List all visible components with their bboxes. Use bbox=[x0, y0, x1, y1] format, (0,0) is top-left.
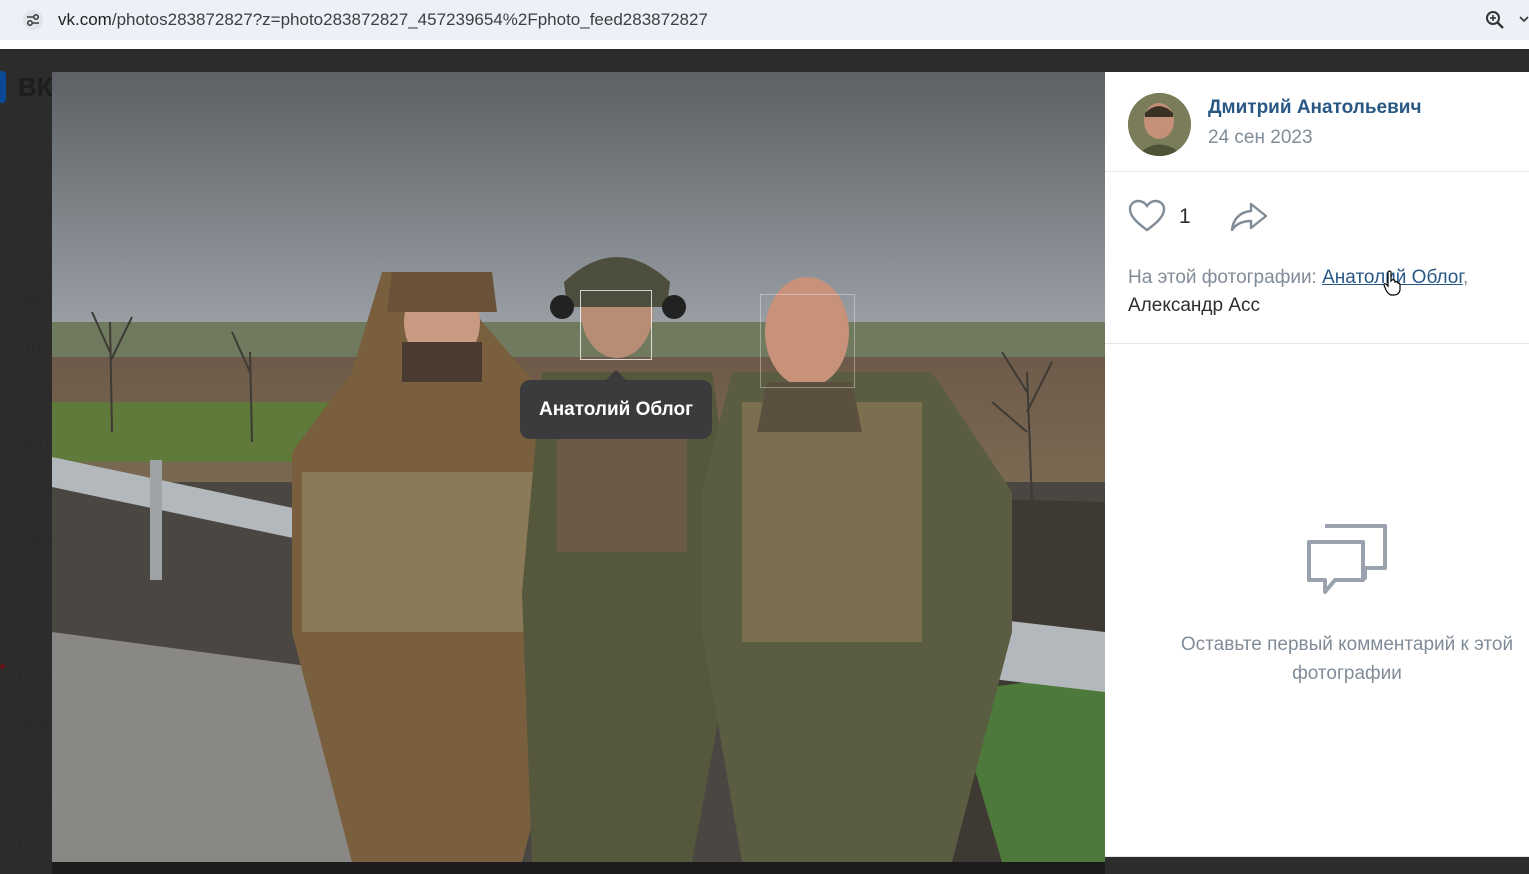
bg-menu-item-feed: Лента bbox=[18, 197, 52, 218]
bg-menu-item-music: Музыка bbox=[18, 479, 52, 500]
chevron-down-icon[interactable] bbox=[1518, 14, 1529, 25]
bg-menu-item-games: Игры bbox=[18, 620, 52, 641]
bg-menu-item-communities: Сообщества bbox=[18, 385, 52, 406]
avatar[interactable] bbox=[1128, 93, 1191, 156]
bg-menu-item-friends: Друзья bbox=[18, 338, 52, 359]
url-text[interactable]: vk.com/photos283872827?z=photo283872827_… bbox=[58, 10, 708, 30]
photo-tags: На этой фотографии: Анатолий Облог, Алек… bbox=[1128, 264, 1518, 320]
bg-menu-item-services: Сервисы bbox=[18, 790, 52, 811]
heart-icon[interactable] bbox=[1128, 199, 1166, 233]
hand-cursor-icon bbox=[1383, 270, 1401, 296]
post-date[interactable]: 24 сен 2023 bbox=[1208, 127, 1313, 149]
photo-viewer: Анатолий Облог Дмитрий Анатольевич 24 се… bbox=[52, 72, 1529, 874]
vk-logo-icon bbox=[0, 71, 6, 103]
tag-separator: , bbox=[1462, 267, 1469, 288]
divider bbox=[1105, 856, 1529, 857]
author-name[interactable]: Дмитрий Анатольевич bbox=[1208, 97, 1421, 119]
bg-menu-item-profile: Профиль bbox=[18, 150, 52, 171]
photo[interactable]: Анатолий Облог bbox=[52, 72, 1105, 862]
bg-menu-item-photos: Фотографии bbox=[18, 432, 52, 453]
face-tag-box-2[interactable] bbox=[760, 294, 855, 388]
divider bbox=[1105, 171, 1529, 172]
bg-menu-item-clips: Клипы bbox=[18, 573, 52, 594]
notification-dot bbox=[0, 664, 5, 669]
url-host: vk.com bbox=[58, 10, 112, 29]
comment-icon bbox=[1307, 524, 1387, 594]
photo-bottom-strip bbox=[52, 862, 1105, 874]
zoom-icon[interactable] bbox=[1484, 9, 1506, 31]
background-bottom-menu: Сервисы Голоса bbox=[18, 790, 52, 874]
background-left-menu: Профиль Лента Мессенджер Звонки Друзья С… bbox=[18, 150, 52, 761]
photo-sidebar: Дмитрий Анатольевич 24 сен 2023 1 На это… bbox=[1105, 72, 1529, 857]
divider bbox=[1105, 343, 1529, 344]
site-settings-icon[interactable] bbox=[22, 9, 44, 31]
url-path: /photos283872827?z=photo283872827_457239… bbox=[111, 10, 708, 29]
bg-menu-item-votes: Голоса bbox=[18, 837, 52, 858]
photo-image bbox=[52, 72, 1105, 862]
face-tag-box[interactable] bbox=[580, 290, 652, 360]
tab-strip-divider bbox=[0, 40, 1529, 49]
like-count: 1 bbox=[1179, 205, 1191, 228]
tag-tooltip: Анатолий Облог bbox=[520, 370, 712, 439]
tag-name-2[interactable]: Александр Асс bbox=[1128, 295, 1260, 316]
tags-label: На этой фотографии: bbox=[1128, 267, 1317, 288]
address-bar[interactable]: vk.com/photos283872827?z=photo283872827_… bbox=[0, 0, 1529, 40]
share-icon[interactable] bbox=[1229, 201, 1269, 233]
empty-comments-text: Оставьте первый комментарий к этой фотог… bbox=[1180, 634, 1514, 684]
bg-menu-item-video: Видео bbox=[18, 526, 52, 547]
bg-menu-item-market: Маркет bbox=[18, 714, 52, 735]
bg-menu-item-stickers: Стикеры bbox=[18, 667, 52, 688]
bg-menu-item-messenger: Мессенджер bbox=[18, 244, 52, 265]
vk-logo-text: ВК bbox=[18, 72, 53, 102]
bg-menu-item-calls: Звонки bbox=[18, 291, 52, 312]
